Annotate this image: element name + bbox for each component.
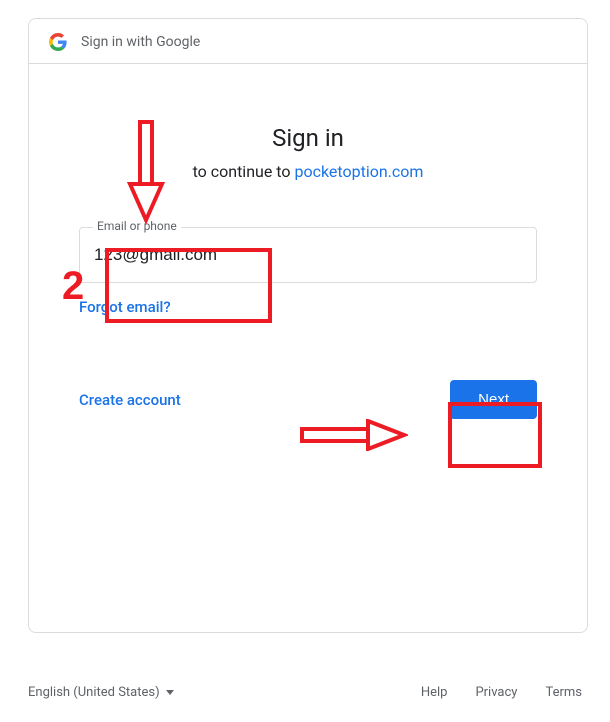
actions-row: Create account Next xyxy=(79,380,537,419)
header-brand-text: Sign in with Google xyxy=(81,34,200,50)
google-logo-icon xyxy=(49,33,67,51)
next-button[interactable]: Next xyxy=(450,380,537,419)
footer-links: Help Privacy Terms xyxy=(421,685,582,700)
privacy-link[interactable]: Privacy xyxy=(475,685,517,700)
caret-down-icon xyxy=(166,690,174,695)
create-account-link[interactable]: Create account xyxy=(79,391,181,409)
language-selector[interactable]: English (United States) xyxy=(28,685,174,700)
card-body: Sign in to continue to pocketoption.com … xyxy=(29,64,587,419)
create-account-wrap: Create account xyxy=(79,390,181,409)
signin-card: Sign in with Google Sign in to continue … xyxy=(28,18,588,633)
terms-link[interactable]: Terms xyxy=(545,685,582,700)
subtitle: to continue to pocketoption.com xyxy=(79,162,537,181)
email-field-wrap: Email or phone xyxy=(79,227,537,283)
help-link[interactable]: Help xyxy=(421,685,448,700)
email-input[interactable] xyxy=(79,227,537,283)
card-header: Sign in with Google xyxy=(29,19,587,64)
email-label: Email or phone xyxy=(93,219,181,233)
forgot-email-row: Forgot email? xyxy=(79,297,537,316)
page-title: Sign in xyxy=(79,124,537,152)
footer: English (United States) Help Privacy Ter… xyxy=(28,685,582,700)
language-label: English (United States) xyxy=(28,685,160,700)
subtitle-prefix: to continue to xyxy=(193,162,295,181)
site-link[interactable]: pocketoption.com xyxy=(294,162,423,181)
forgot-email-link[interactable]: Forgot email? xyxy=(79,298,171,316)
